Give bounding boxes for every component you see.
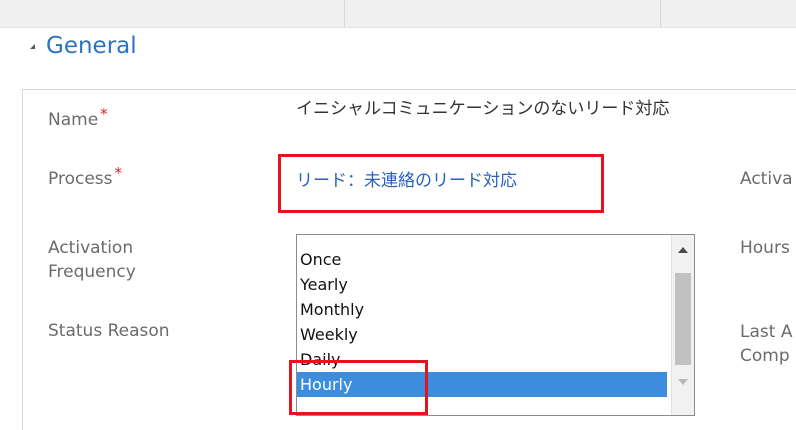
process-label: Process * bbox=[48, 164, 123, 191]
activation-frequency-label-line1: Activation bbox=[48, 238, 134, 258]
top-header-bar bbox=[0, 0, 796, 28]
header-divider bbox=[344, 0, 345, 27]
scroll-down-arrow-icon[interactable] bbox=[678, 379, 688, 385]
option-monthly[interactable]: Monthly bbox=[297, 297, 667, 322]
process-label-text: Process bbox=[48, 169, 113, 189]
option-daily[interactable]: Daily bbox=[297, 347, 667, 372]
activation-frequency-label: Activation Frequency bbox=[48, 236, 136, 284]
activation-label-cut: Activa bbox=[740, 169, 793, 189]
option-weekly[interactable]: Weekly bbox=[297, 322, 667, 347]
name-label: Name * bbox=[48, 105, 108, 132]
last-label-cut: Last A bbox=[740, 322, 793, 342]
collapse-triangle-icon[interactable] bbox=[30, 44, 35, 49]
status-reason-label: Status Reason bbox=[48, 321, 170, 341]
required-asterisk: * bbox=[114, 164, 123, 182]
scroll-up-arrow-icon[interactable] bbox=[678, 247, 688, 253]
section-title: General bbox=[46, 33, 137, 59]
activation-frequency-label-line2: Frequency bbox=[48, 262, 136, 282]
activation-frequency-listbox[interactable]: Once Yearly Monthly Weekly Daily Hourly bbox=[296, 234, 695, 416]
header-divider bbox=[660, 0, 661, 27]
name-field[interactable]: イニシャルコミュニケーションのないリード対応 bbox=[296, 97, 669, 121]
option-yearly[interactable]: Yearly bbox=[297, 272, 667, 297]
name-label-text: Name bbox=[48, 110, 99, 130]
option-hourly[interactable]: Hourly bbox=[297, 372, 667, 397]
process-link[interactable]: リード：未連絡のリード対応 bbox=[296, 169, 517, 193]
listbox-scrollbar[interactable] bbox=[671, 235, 694, 415]
scroll-thumb[interactable] bbox=[675, 273, 691, 365]
option-once[interactable]: Once bbox=[297, 247, 667, 272]
required-asterisk: * bbox=[100, 105, 108, 123]
completed-label-cut: Comp bbox=[740, 346, 790, 366]
hours-label-cut: Hours bbox=[740, 238, 790, 258]
